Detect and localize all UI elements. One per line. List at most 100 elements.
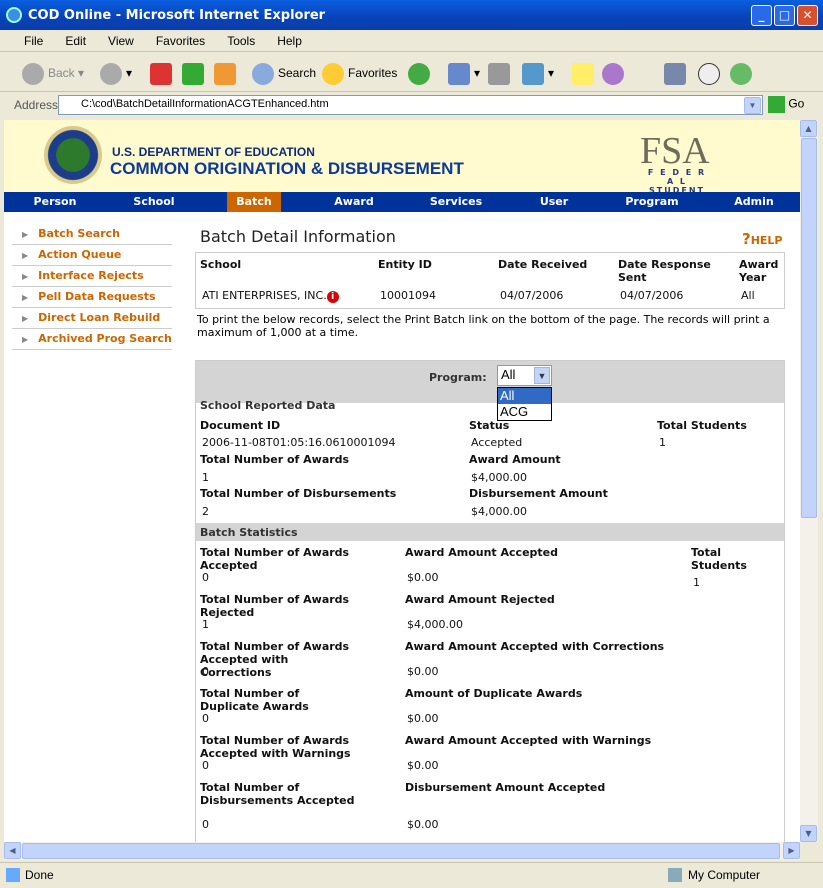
refresh-icon [182, 62, 204, 85]
discuss-button[interactable] [572, 60, 598, 86]
minimize-button[interactable]: _ [751, 5, 772, 26]
disb-amount-label: Disbursement Amount [469, 487, 608, 500]
scroll-left-icon[interactable]: ◀ [4, 842, 21, 859]
sidebar-item-batch-search[interactable]: Batch Search [12, 224, 172, 245]
header-date-response-sent: Date Response Sent [618, 258, 711, 284]
yahoo-icon [602, 62, 624, 85]
award-year: All [741, 289, 755, 302]
help-question-icon: ? [742, 230, 751, 248]
search-button[interactable]: Search [252, 60, 316, 86]
history-button[interactable] [408, 60, 434, 86]
toolbar: Back ▾ ▾ Search Favorites ▾ ▾ [0, 52, 823, 92]
school-info-table: School Entity ID Date Received Date Resp… [195, 252, 785, 309]
msn-button[interactable] [730, 60, 756, 86]
menu-help[interactable]: Help [277, 34, 302, 48]
info-icon[interactable]: i [326, 291, 339, 303]
search-icon [252, 62, 274, 85]
menu-tools[interactable]: Tools [227, 34, 255, 48]
sidebar-item-pell-data-requests[interactable]: Pell Data Requests [12, 287, 172, 308]
menu-view[interactable]: View [108, 34, 134, 48]
scroll-thumb[interactable] [801, 138, 817, 518]
menu-edit[interactable]: Edit [65, 34, 86, 48]
favorites-button[interactable]: Favorites [322, 60, 397, 86]
refresh-button[interactable] [182, 60, 208, 86]
nav-person[interactable]: Person [28, 192, 82, 212]
award-amount-label: Award Amount [469, 453, 561, 466]
close-button[interactable]: ✕ [797, 5, 818, 26]
nav-admin[interactable]: Admin [727, 192, 781, 212]
stat-value: 0 [202, 571, 209, 584]
edit-button[interactable]: ▾ [522, 60, 554, 86]
nav-batch[interactable]: Batch [227, 192, 281, 212]
stats-total-students: 1 [693, 576, 700, 589]
page-content: U.S. DEPARTMENT OF EDUCATION COMMON ORIG… [4, 120, 800, 842]
option-acg[interactable]: ACG [498, 404, 551, 420]
program-select[interactable]: All ▼ [497, 365, 552, 386]
research-button[interactable] [664, 60, 690, 86]
msn-icon [730, 62, 752, 85]
stat-label: Total Number of Awards Accepted with Cor… [200, 640, 350, 679]
help-link[interactable]: ?HELP [742, 230, 783, 248]
back-button[interactable]: Back ▾ [22, 60, 84, 86]
section-batch-statistics: Batch Statistics [200, 526, 298, 539]
chevron-down-icon[interactable]: ▼ [534, 367, 550, 384]
stat-value: $0.00 [407, 759, 439, 772]
stat-label: Award Amount Rejected [405, 593, 555, 606]
stat-label: Award Amount Accepted with Corrections [405, 640, 665, 653]
menu-favorites[interactable]: Favorites [156, 34, 205, 48]
header-award-year: Award Year [739, 258, 779, 284]
option-all[interactable]: All [498, 388, 551, 404]
mail-icon [448, 62, 470, 85]
address-label: Address [14, 98, 59, 112]
nav-program[interactable]: Program [622, 192, 682, 212]
stat-value: 0 [202, 818, 209, 831]
sidebar-item-direct-loan-rebuild[interactable]: Direct Loan Rebuild [12, 308, 172, 329]
maximize-button[interactable]: □ [774, 5, 795, 26]
go-arrow-icon [768, 96, 785, 113]
hscroll-thumb[interactable] [22, 843, 780, 859]
status-bar: Done My Computer [0, 862, 823, 886]
star-icon [322, 62, 344, 85]
horizontal-scrollbar[interactable]: ◀ ▶ [4, 842, 800, 860]
page-title: Batch Detail Information [200, 227, 396, 246]
mail-button[interactable]: ▾ [448, 60, 480, 86]
total-students-label: Total Students [657, 419, 747, 432]
scroll-up-icon[interactable]: ▲ [800, 120, 817, 137]
stat-label: Total Number of Awards Rejected [200, 593, 350, 619]
nav-user[interactable]: User [527, 192, 581, 212]
header-school: School [200, 258, 242, 271]
sidebar-item-action-queue[interactable]: Action Queue [12, 245, 172, 266]
stat-value: $0.00 [407, 712, 439, 725]
address-input[interactable]: C:\cod\BatchDetailInformationACGTEnhance… [58, 95, 763, 115]
vertical-scrollbar[interactable]: ▲ ▼ [800, 120, 818, 842]
history-icon [408, 62, 430, 85]
address-bar: Address C:\cod\BatchDetailInformationACG… [0, 92, 823, 118]
aim-button[interactable] [698, 60, 724, 86]
nav-school[interactable]: School [127, 192, 181, 212]
menu-file[interactable]: File [24, 34, 43, 48]
go-button[interactable]: Go [768, 96, 804, 113]
header-entity-id: Entity ID [378, 258, 432, 271]
stat-label: Disbursement Amount Accepted [405, 781, 606, 794]
nav-services[interactable]: Services [426, 192, 486, 212]
system-name: COMMON ORIGINATION & DISBURSEMENT [110, 159, 464, 178]
menu-bar: File Edit View Favorites Tools Help [0, 30, 823, 52]
stop-button[interactable] [150, 60, 176, 86]
address-dropdown-icon[interactable]: ▼ [744, 97, 761, 114]
department-seal-logo [44, 126, 102, 184]
print-icon [488, 62, 510, 85]
scroll-down-icon[interactable]: ▼ [800, 825, 817, 842]
main-nav: Person School Batch Award Services User … [4, 192, 800, 212]
sidebar-item-archived-prog-search[interactable]: Archived Prog Search [12, 329, 172, 350]
scroll-right-icon[interactable]: ▶ [783, 842, 800, 859]
stat-value: 0 [202, 759, 209, 772]
print-button[interactable] [488, 60, 514, 86]
nav-award[interactable]: Award [327, 192, 381, 212]
forward-button[interactable]: ▾ [100, 60, 132, 86]
fsa-logo: FSA [640, 130, 710, 172]
sidebar-item-interface-rejects[interactable]: Interface Rejects [12, 266, 172, 287]
stat-label: Total Number of Duplicate Awards [200, 687, 309, 713]
messenger-button[interactable] [602, 60, 628, 86]
ie-icon [6, 7, 22, 23]
home-button[interactable] [214, 60, 240, 86]
